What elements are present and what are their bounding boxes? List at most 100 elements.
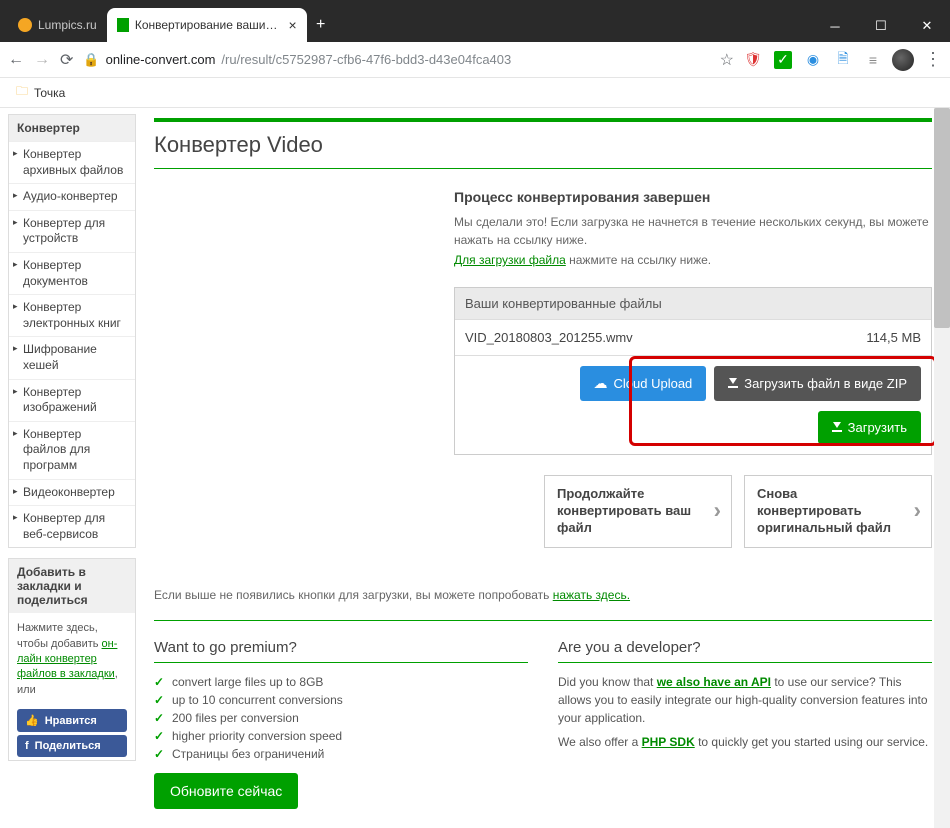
sidebar-item-image[interactable]: Конвертер изображений (9, 379, 135, 421)
cloud-icon: ☁ (594, 375, 608, 392)
scrollbar-thumb[interactable] (934, 108, 950, 328)
api-link[interactable]: we also have an API (657, 675, 771, 689)
page-scrollbar[interactable] (934, 108, 950, 828)
feature-item: higher priority conversion speed (154, 727, 528, 745)
completion-link-row: Для загрузки файла нажмите на ссылку ниж… (454, 251, 932, 269)
folder-icon: 🗀 (16, 82, 28, 103)
completion-title: Процесс конвертирования завершен (454, 189, 932, 205)
sidebar-bookmark-block: Добавить в закладки и поделиться Нажмите… (8, 558, 136, 761)
tab-title: Конвертирование ваших файл (135, 18, 283, 32)
bookmark-heading: Добавить в закладки и поделиться (9, 559, 135, 613)
address-bar[interactable]: 🔒 online-convert.com/ru/result/c5752987-… (83, 52, 709, 68)
browser-tab-inactive[interactable]: Lumpics.ru (8, 8, 107, 42)
feature-item: up to 10 concurrent conversions (154, 691, 528, 709)
sidebar-item-archive[interactable]: Конвертер архивных файлов (9, 141, 135, 183)
facebook-icon: f (25, 740, 29, 752)
back-button[interactable]: ← (8, 51, 24, 69)
sidebar-item-software[interactable]: Конвертер файлов для программ (9, 421, 135, 479)
bookmark-text-before: Нажмите здесь, чтобы добавить (17, 622, 102, 649)
completion-text-2: нажмите на ссылку ниже. (566, 253, 711, 267)
header-accent-bar (154, 118, 932, 122)
developer-title: Are you a developer? (558, 639, 932, 656)
close-icon[interactable]: × (289, 18, 297, 32)
developer-column: Are you a developer? Did you know that w… (558, 639, 932, 809)
feature-item: 200 files per conversion (154, 709, 528, 727)
reconvert-original-button[interactable]: Снова конвертировать оригинальный файл (744, 475, 932, 548)
continue-convert-button[interactable]: Продолжайте конвертировать ваш файл (544, 475, 732, 548)
info-columns: Want to go premium? convert large files … (154, 639, 932, 809)
sidebar-item-video[interactable]: Видеоконвертер (9, 479, 135, 506)
star-icon[interactable]: ☆ (720, 50, 734, 70)
download-link[interactable]: Для загрузки файла (454, 253, 566, 267)
download-label: Загрузить (848, 420, 907, 435)
cloud-upload-button[interactable]: ☁ Cloud Upload (580, 366, 707, 401)
ext-icon-notes[interactable]: 🗎 (834, 51, 852, 69)
button-row-2: Загрузить (455, 411, 931, 454)
files-panel: Ваши конвертированные файлы VID_20180803… (454, 287, 932, 455)
url-host: online-convert.com (106, 52, 216, 67)
bookmark-item[interactable]: Точка (34, 86, 65, 100)
share-button[interactable]: fПоделиться (17, 735, 127, 757)
sidebar-item-webservice[interactable]: Конвертер для веб-сервисов (9, 505, 135, 547)
download-icon (728, 379, 738, 388)
sidebar-categories: Конвертер Конвертер архивных файлов Ауди… (8, 114, 136, 548)
sidebar-list: Конвертер архивных файлов Аудио-конверте… (9, 141, 135, 547)
ext-icon-check[interactable]: ✓ (774, 51, 792, 69)
like-button[interactable]: Нравится (17, 709, 127, 732)
premium-column: Want to go premium? convert large files … (154, 639, 528, 809)
close-button[interactable]: ✕ (904, 10, 950, 42)
feature-item: Страницы без ограничений (154, 745, 528, 763)
zip-label: Загрузить файл в виде ZIP (744, 376, 907, 391)
divider (558, 662, 932, 663)
ext-icon-list[interactable]: ≡ (864, 51, 882, 69)
cloud-label: Cloud Upload (614, 376, 693, 391)
sidebar-item-document[interactable]: Конвертер документов (9, 252, 135, 294)
browser-tab-active[interactable]: Конвертирование ваших файл × (107, 8, 307, 42)
download-zip-button[interactable]: Загрузить файл в виде ZIP (714, 366, 921, 401)
page-title: Конвертер Video (154, 132, 932, 158)
file-row: VID_20180803_201255.wmv 114,5 MB (455, 319, 931, 355)
upgrade-button[interactable]: Обновите сейчас (154, 773, 298, 809)
profile-avatar[interactable] (892, 49, 914, 71)
download-button[interactable]: Загрузить (818, 411, 921, 444)
ext-icon-blue[interactable]: ◉ (804, 51, 822, 69)
main-content: Конвертер Video Процесс конвертирования … (136, 108, 950, 828)
address-bar-row: ← → ⟳ 🔒 online-convert.com/ru/result/c57… (0, 42, 950, 78)
sdk-link[interactable]: PHP SDK (642, 735, 695, 749)
like-label: Нравится (45, 715, 97, 727)
fallback-link[interactable]: нажать здесь. (553, 588, 630, 602)
lock-icon: 🔒 (83, 52, 99, 68)
tab-strip: Lumpics.ru Конвертирование ваших файл × … (8, 8, 335, 42)
new-tab-button[interactable]: + (307, 16, 335, 34)
result-area: Процесс конвертирования завершен Мы сдел… (454, 189, 932, 548)
minimize-button[interactable]: ─ (812, 10, 858, 42)
window-titlebar: Lumpics.ru Конвертирование ваших файл × … (0, 0, 950, 42)
files-heading: Ваши конвертированные файлы (455, 288, 931, 319)
maximize-button[interactable]: ☐ (858, 10, 904, 42)
continue-row: Продолжайте конвертировать ваш файл Снов… (454, 475, 932, 548)
file-size: 114,5 MB (866, 330, 921, 345)
developer-p1: Did you know that we also have an API to… (558, 673, 932, 727)
chrome-menu-button[interactable]: ⋮ (924, 49, 942, 70)
button-row-1: ☁ Cloud Upload Загрузить файл в виде ZIP (455, 355, 931, 411)
tab-favicon (117, 18, 129, 32)
sidebar-item-ebook[interactable]: Конвертер электронных книг (9, 294, 135, 336)
forward-button[interactable]: → (34, 51, 50, 69)
sidebar: Конвертер Конвертер архивных файлов Ауди… (0, 108, 136, 828)
window-controls: ─ ☐ ✕ (812, 10, 950, 42)
sidebar-item-audio[interactable]: Аудио-конвертер (9, 183, 135, 210)
bookmark-text: Нажмите здесь, чтобы добавить он-лайн ко… (9, 613, 135, 706)
completion-text: Мы сделали это! Если загрузка не начнетс… (454, 213, 932, 249)
divider (154, 662, 528, 663)
download-icon (832, 423, 842, 432)
thumb-icon (25, 714, 39, 727)
sidebar-item-hash[interactable]: Шифрование хешей (9, 336, 135, 378)
tab-title: Lumpics.ru (38, 18, 97, 32)
dev-text: to quickly get you started using our ser… (695, 735, 928, 749)
sidebar-item-device[interactable]: Конвертер для устройств (9, 210, 135, 252)
divider (154, 168, 932, 169)
reload-button[interactable]: ⟳ (60, 50, 73, 70)
bookmarks-bar: 🗀 Точка (0, 78, 950, 108)
ext-icon-adblock[interactable]: 🛡 (744, 51, 762, 69)
feature-item: convert large files up to 8GB (154, 673, 528, 691)
